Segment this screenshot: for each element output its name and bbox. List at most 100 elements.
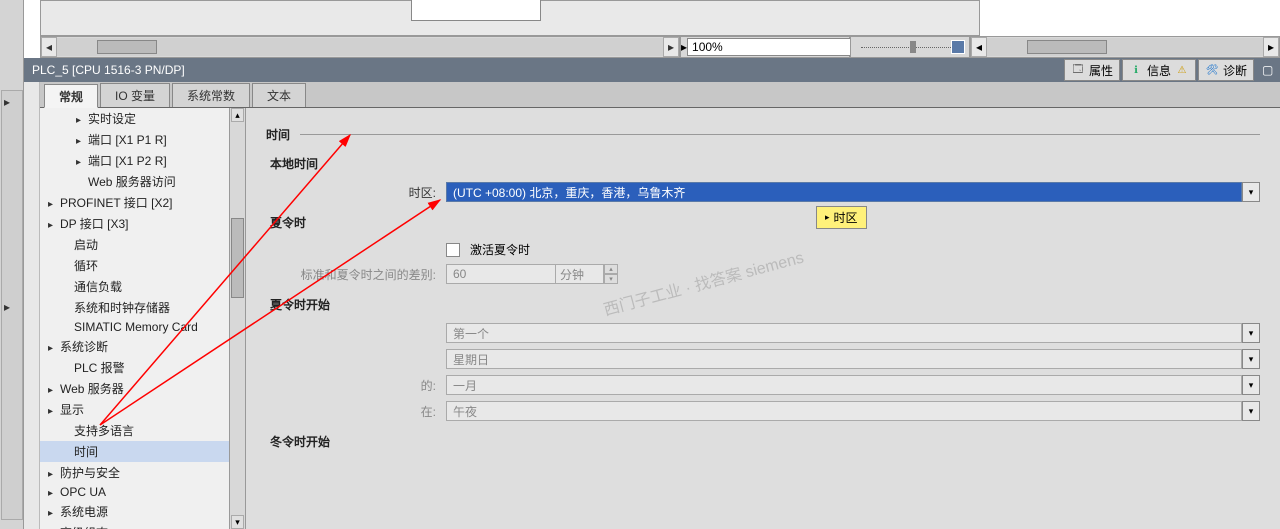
tree-item[interactable]: 端口 [X1 P2 R] bbox=[40, 150, 229, 171]
tree-item-label: 端口 [X1 P1 R] bbox=[88, 131, 167, 148]
chevron-down-icon[interactable]: ▾ bbox=[1242, 182, 1260, 202]
zoom-fit-icon[interactable] bbox=[951, 40, 965, 54]
dst-day-select[interactable]: ▾ bbox=[446, 349, 1260, 369]
tab-diagnostics[interactable]: 🛠 诊断 bbox=[1198, 59, 1254, 81]
main-area: 实时设定端口 [X1 P1 R] 端口 [X1 P2 R]Web 服务器访问PRO… bbox=[40, 108, 1280, 529]
tab-info[interactable]: ℹ 信息 ⚠ bbox=[1122, 59, 1196, 81]
property-tabs: 常规 IO 变量 系统常数 文本 bbox=[40, 82, 1280, 108]
scroll-left-icon[interactable]: ◂ bbox=[971, 37, 987, 57]
tree-item[interactable]: 系统和时钟存储器 bbox=[40, 297, 229, 318]
caret-closed-icon[interactable] bbox=[48, 340, 56, 354]
chevron-down-icon[interactable]: ▾ bbox=[1242, 323, 1260, 343]
tab-text[interactable]: 文本 bbox=[252, 83, 306, 107]
tree-item-label: PLC 报警 bbox=[74, 359, 125, 376]
form-panel: 时间 本地时间 时区: ▾ ▸ 时区 夏令时 激活夏令时 标准 bbox=[246, 108, 1280, 529]
heading-dst-start: 夏令时开始 bbox=[270, 296, 1260, 313]
tree-item[interactable]: DP 接口 [X3] bbox=[40, 213, 229, 234]
tree-item-label: 启动 bbox=[74, 236, 98, 253]
scroll-right-icon[interactable]: ▸ bbox=[663, 37, 679, 57]
nav-tree[interactable]: 实时设定端口 [X1 P1 R] 端口 [X1 P2 R]Web 服务器访问PRO… bbox=[40, 108, 230, 529]
tab-general[interactable]: 常规 bbox=[44, 84, 98, 108]
spin-down-icon[interactable]: ▾ bbox=[604, 274, 618, 284]
tree-item-label: OPC UA bbox=[60, 485, 106, 499]
tree-item[interactable]: PROFINET 接口 [X2] bbox=[40, 192, 229, 213]
caret-closed-icon[interactable] bbox=[48, 196, 56, 210]
scroll-thumb[interactable] bbox=[97, 40, 157, 54]
tree-item[interactable]: SIMATIC Memory Card bbox=[40, 318, 229, 336]
tree-item-label: 系统诊断 bbox=[60, 338, 108, 355]
tab-properties[interactable]: 🗔 属性 bbox=[1064, 59, 1120, 81]
tree-item[interactable]: 启动 bbox=[40, 234, 229, 255]
label-at: 在: bbox=[266, 403, 446, 420]
scroll-left-icon[interactable]: ◂ bbox=[41, 37, 57, 57]
tree-item[interactable]: 循环 bbox=[40, 255, 229, 276]
tree-item-label: 显示 bbox=[60, 401, 84, 418]
label-offset: 标准和夏令时之间的差别: bbox=[266, 266, 446, 283]
warn-icon: ⚠ bbox=[1175, 63, 1189, 77]
caret-closed-icon[interactable] bbox=[48, 403, 56, 417]
tree-item[interactable]: Web 服务器访问 bbox=[40, 171, 229, 192]
tree-item[interactable]: 通信负载 bbox=[40, 276, 229, 297]
timezone-select[interactable]: ▾ bbox=[446, 182, 1260, 202]
tree-item[interactable]: 高级组态 bbox=[40, 522, 229, 529]
expand-icon[interactable]: ▸ bbox=[4, 95, 18, 109]
caret-closed-icon[interactable] bbox=[48, 485, 56, 499]
label-timezone: 时区: bbox=[266, 184, 446, 201]
tab-io-vars[interactable]: IO 变量 bbox=[100, 83, 170, 107]
tree-item[interactable]: 实时设定 bbox=[40, 108, 229, 129]
caret-closed-icon[interactable] bbox=[48, 382, 56, 396]
chevron-down-icon[interactable]: ▾ bbox=[1242, 401, 1260, 421]
zoom-input[interactable] bbox=[687, 38, 852, 56]
caret-closed-icon[interactable] bbox=[48, 466, 56, 480]
tree-item[interactable]: 系统诊断 bbox=[40, 336, 229, 357]
tree-item[interactable]: OPC UA bbox=[40, 483, 229, 501]
tree-item-label: 循环 bbox=[74, 257, 98, 274]
tree-item[interactable]: 显示 bbox=[40, 399, 229, 420]
tab-sys-const[interactable]: 系统常数 bbox=[172, 83, 250, 107]
inspector-title-bar: PLC_5 [CPU 1516-3 PN/DP] 🗔 属性 ℹ 信息 ⚠ 🛠 诊… bbox=[24, 58, 1280, 82]
caret-closed-icon[interactable] bbox=[76, 154, 84, 168]
left-gutter: ▸ ▸ bbox=[0, 0, 24, 529]
caret-closed-icon[interactable] bbox=[76, 112, 84, 126]
tree-item[interactable]: 端口 [X1 P1 R] bbox=[40, 129, 229, 150]
scroll-track[interactable] bbox=[57, 38, 663, 56]
timezone-value[interactable] bbox=[446, 182, 1242, 202]
dst-hour-select[interactable]: ▾ bbox=[446, 401, 1260, 421]
tree-item[interactable]: 防护与安全 bbox=[40, 462, 229, 483]
tree-item[interactable]: 时间 bbox=[40, 441, 229, 462]
label-of: 的: bbox=[266, 377, 446, 394]
offset-spinner[interactable]: 分钟 ▴▾ bbox=[446, 264, 618, 284]
dst-month-select[interactable]: ▾ bbox=[446, 375, 1260, 395]
caret-closed-icon[interactable] bbox=[48, 526, 56, 529]
checkbox-activate-dst[interactable] bbox=[446, 243, 460, 257]
offset-input[interactable] bbox=[446, 264, 556, 284]
label-activate-dst: 激活夏令时 bbox=[470, 241, 530, 258]
zoom-slider[interactable] bbox=[850, 36, 970, 58]
tree-item[interactable]: 系统电源 bbox=[40, 501, 229, 522]
panel-collapse-icon[interactable]: ▢ bbox=[1256, 59, 1278, 81]
heading-dst: 夏令时 bbox=[270, 214, 1260, 231]
expand-icon[interactable]: ▸ bbox=[4, 300, 18, 314]
scroll-right-icon[interactable]: ▸ bbox=[1263, 37, 1279, 57]
spin-up-icon[interactable]: ▴ bbox=[604, 264, 618, 274]
tree-item-label: 支持多语言 bbox=[74, 422, 134, 439]
tree-item[interactable]: Web 服务器 bbox=[40, 378, 229, 399]
scroll-up-icon[interactable]: ▴ bbox=[231, 108, 244, 122]
chevron-down-icon[interactable]: ▾ bbox=[1242, 349, 1260, 369]
caret-closed-icon[interactable] bbox=[48, 217, 56, 231]
tree-item-label: 实时设定 bbox=[88, 110, 136, 127]
caret-closed-icon[interactable] bbox=[48, 505, 56, 519]
scroll-down-icon[interactable]: ▾ bbox=[231, 515, 244, 529]
device-title: PLC_5 [CPU 1516-3 PN/DP] bbox=[32, 63, 185, 77]
caret-closed-icon[interactable] bbox=[76, 133, 84, 147]
tree-item[interactable]: PLC 报警 bbox=[40, 357, 229, 378]
tree-item[interactable]: 支持多语言 bbox=[40, 420, 229, 441]
zoom-select[interactable]: ▸ ▾ bbox=[680, 36, 850, 58]
scroll-thumb[interactable] bbox=[231, 218, 244, 298]
tooltip-timezone: ▸ 时区 bbox=[816, 206, 867, 229]
chevron-down-icon[interactable]: ▾ bbox=[1242, 375, 1260, 395]
tree-scrollbar[interactable]: ▴ ▾ bbox=[230, 108, 246, 529]
canvas-hscroll[interactable]: ◂ ▸ bbox=[40, 36, 680, 58]
right-hscroll[interactable]: ◂ ▸ bbox=[970, 36, 1280, 58]
dst-week-select[interactable]: ▾ bbox=[446, 323, 1260, 343]
